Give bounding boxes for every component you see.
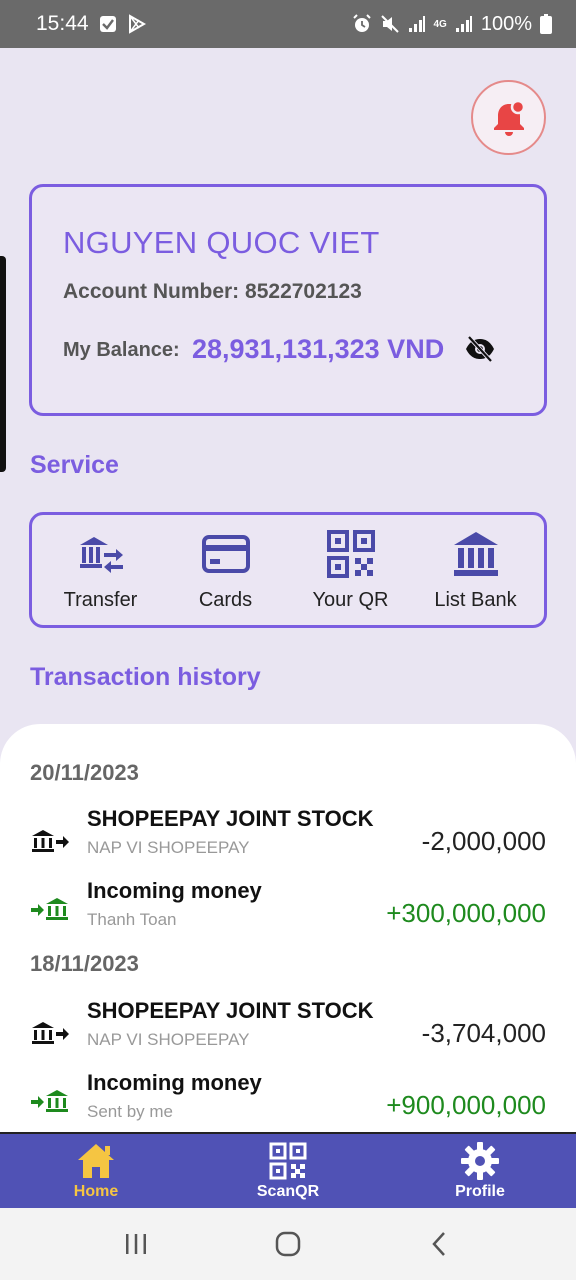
card-icon — [201, 534, 250, 573]
service-cards-label: Cards — [198, 588, 253, 611]
bottom-navigation: Home ScanQR Profile — [0, 1132, 576, 1208]
service-list-bank[interactable]: List Bank — [416, 529, 536, 612]
transaction-subtitle: Sent by me — [87, 1102, 173, 1121]
transaction-title: Incoming money — [87, 1070, 262, 1095]
transaction-row[interactable]: Incoming money Sent by me +900,000,000 — [30, 1070, 546, 1134]
account-number: Account Number: 8522702123 — [63, 280, 362, 304]
transaction-row[interactable]: SHOPEEPAY JOINT STOCK NAP VI SHOPEEPAY -… — [30, 806, 546, 870]
transaction-subtitle: Thanh Toan — [87, 910, 177, 929]
date-header: 18/11/2023 — [30, 951, 139, 976]
service-transfer[interactable]: Transfer — [41, 529, 161, 612]
qr-icon — [326, 529, 375, 578]
signal-icon — [408, 15, 426, 33]
play-store-icon — [127, 14, 147, 34]
system-navigation-bar — [0, 1208, 576, 1280]
alarm-icon — [352, 14, 372, 34]
transaction-amount: +300,000,000 — [386, 898, 546, 928]
status-bar: 15:44 4G 100% — [0, 0, 576, 48]
date-header: 20/11/2023 — [30, 760, 139, 785]
balance-label: My Balance: — [63, 339, 180, 361]
checkbox-notification-icon — [99, 15, 117, 33]
service-transfer-label: Transfer — [63, 588, 138, 611]
qr-scan-icon — [269, 1142, 307, 1180]
service-title: Service — [30, 451, 119, 479]
nav-scanqr[interactable]: ScanQR — [192, 1134, 384, 1208]
transaction-amount: -2,000,000 — [421, 826, 546, 856]
service-cards[interactable]: Cards — [166, 529, 286, 612]
service-panel: Transfer Cards Your QR List Bank — [29, 512, 547, 628]
account-holder-name: NGUYEN QUOC VIET — [63, 225, 380, 260]
gear-icon — [461, 1142, 499, 1180]
eye-slash-icon[interactable] — [464, 335, 496, 363]
status-time: 15:44 — [36, 12, 89, 35]
signal-icon-2 — [455, 15, 473, 33]
transaction-title: SHOPEEPAY JOINT STOCK — [87, 998, 374, 1023]
bank-icon — [453, 531, 498, 576]
battery-icon — [540, 14, 552, 34]
bank-incoming-icon — [31, 898, 68, 920]
nav-home[interactable]: Home — [0, 1134, 192, 1208]
service-list-bank-label: List Bank — [434, 588, 517, 611]
nav-home-label: Home — [73, 1183, 119, 1200]
nav-profile-label: Profile — [455, 1183, 505, 1200]
transaction-title: SHOPEEPAY JOINT STOCK — [87, 806, 374, 831]
nav-profile[interactable]: Profile — [384, 1134, 576, 1208]
transaction-amount: +900,000,000 — [386, 1090, 546, 1120]
bell-icon — [493, 99, 525, 136]
transaction-history-title: Transaction history — [30, 663, 261, 691]
transaction-subtitle: NAP VI SHOPEEPAY — [87, 838, 250, 857]
service-your-qr-label: Your QR — [312, 588, 389, 611]
recent-apps-icon[interactable] — [121, 1229, 151, 1259]
transaction-amount: -3,704,000 — [421, 1018, 546, 1048]
transaction-row[interactable]: Incoming money Thanh Toan +300,000,000 — [30, 878, 546, 942]
account-number-value: 8522702123 — [245, 280, 362, 303]
side-panel-handle[interactable] — [0, 256, 6, 472]
transaction-row[interactable]: SHOPEEPAY JOINT STOCK NAP VI SHOPEEPAY -… — [30, 998, 546, 1062]
balance-value: 28,931,131,323 VND — [192, 334, 445, 364]
home-icon — [78, 1144, 114, 1178]
account-number-label: Account Number: — [63, 280, 240, 303]
transfer-icon — [79, 536, 123, 573]
home-button-icon[interactable] — [273, 1229, 303, 1259]
service-your-qr[interactable]: Your QR — [291, 529, 411, 612]
transaction-title: Incoming money — [87, 878, 262, 903]
back-icon[interactable] — [425, 1229, 455, 1259]
bank-outgoing-icon — [32, 1022, 69, 1044]
transaction-list-panel[interactable]: 20/11/2023 SHOPEEPAY JOINT STOCK NAP VI … — [0, 724, 576, 1144]
notification-button[interactable] — [471, 80, 546, 155]
nav-scanqr-label: ScanQR — [256, 1183, 320, 1200]
battery-percent: 100% — [480, 12, 532, 35]
mute-icon — [380, 14, 400, 34]
account-card: NGUYEN QUOC VIET Account Number: 8522702… — [29, 184, 547, 416]
bank-outgoing-icon — [32, 830, 69, 852]
transaction-subtitle: NAP VI SHOPEEPAY — [87, 1030, 250, 1049]
bank-incoming-icon — [31, 1090, 68, 1112]
network-type: 4G — [433, 18, 447, 30]
